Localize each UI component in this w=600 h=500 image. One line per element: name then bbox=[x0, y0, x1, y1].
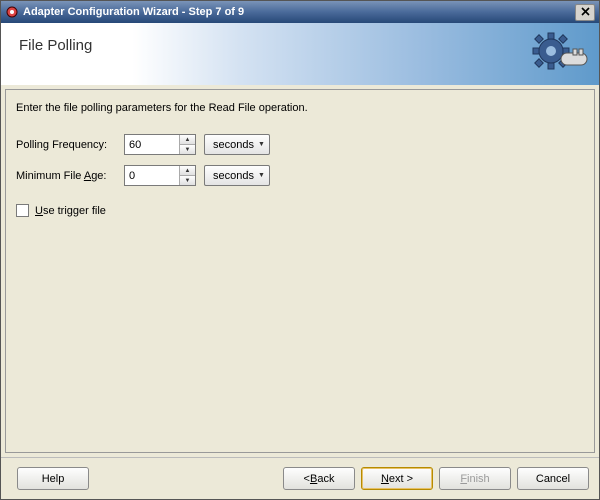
finish-button: Finish bbox=[439, 467, 511, 490]
spinner-up-icon[interactable]: ▲ bbox=[180, 135, 195, 145]
polling-frequency-input[interactable] bbox=[125, 135, 179, 154]
footer: Help < Back Next > Finish Cancel bbox=[1, 457, 599, 499]
back-button[interactable]: < Back bbox=[283, 467, 355, 490]
spinner-up-icon[interactable]: ▲ bbox=[180, 166, 195, 176]
combo-value: seconds bbox=[213, 170, 254, 182]
spinner-arrows: ▲ ▼ bbox=[179, 166, 195, 185]
spinner-down-icon[interactable]: ▼ bbox=[180, 176, 195, 185]
page-title: File Polling bbox=[1, 23, 110, 68]
polling-frequency-label: Polling Frequency: bbox=[16, 139, 124, 151]
cancel-button[interactable]: Cancel bbox=[517, 467, 589, 490]
polling-frequency-spinner[interactable]: ▲ ▼ bbox=[124, 134, 196, 155]
wizard-header: File Polling bbox=[1, 23, 599, 85]
content-panel: Enter the file polling parameters for th… bbox=[5, 89, 595, 453]
close-icon bbox=[581, 5, 590, 19]
help-button[interactable]: Help bbox=[17, 467, 89, 490]
wizard-window: Adapter Configuration Wizard - Step 7 of… bbox=[0, 0, 600, 500]
chevron-down-icon: ▼ bbox=[258, 141, 265, 148]
combo-value: seconds bbox=[213, 139, 254, 151]
window-title: Adapter Configuration Wizard - Step 7 of… bbox=[23, 6, 575, 18]
minimum-file-age-row: Minimum File Age: ▲ ▼ seconds ▼ bbox=[16, 165, 584, 186]
close-button[interactable] bbox=[575, 4, 595, 21]
spinner-down-icon[interactable]: ▼ bbox=[180, 145, 195, 154]
trigger-file-label: Use trigger file bbox=[35, 205, 106, 217]
trigger-file-checkbox[interactable] bbox=[16, 204, 29, 217]
minimum-file-age-label: Minimum File Age: bbox=[16, 170, 124, 182]
minimum-file-age-unit-combo[interactable]: seconds ▼ bbox=[204, 165, 270, 186]
titlebar: Adapter Configuration Wizard - Step 7 of… bbox=[1, 1, 599, 23]
polling-frequency-row: Polling Frequency: ▲ ▼ seconds ▼ bbox=[16, 134, 584, 155]
content-wrap: Enter the file polling parameters for th… bbox=[1, 85, 599, 457]
gear-icon bbox=[531, 27, 589, 84]
polling-frequency-unit-combo[interactable]: seconds ▼ bbox=[204, 134, 270, 155]
instruction-text: Enter the file polling parameters for th… bbox=[16, 102, 584, 114]
minimum-file-age-spinner[interactable]: ▲ ▼ bbox=[124, 165, 196, 186]
chevron-down-icon: ▼ bbox=[258, 172, 265, 179]
app-icon bbox=[5, 5, 19, 19]
spinner-arrows: ▲ ▼ bbox=[179, 135, 195, 154]
minimum-file-age-input[interactable] bbox=[125, 166, 179, 185]
trigger-file-row: Use trigger file bbox=[16, 204, 584, 217]
next-button[interactable]: Next > bbox=[361, 467, 433, 490]
